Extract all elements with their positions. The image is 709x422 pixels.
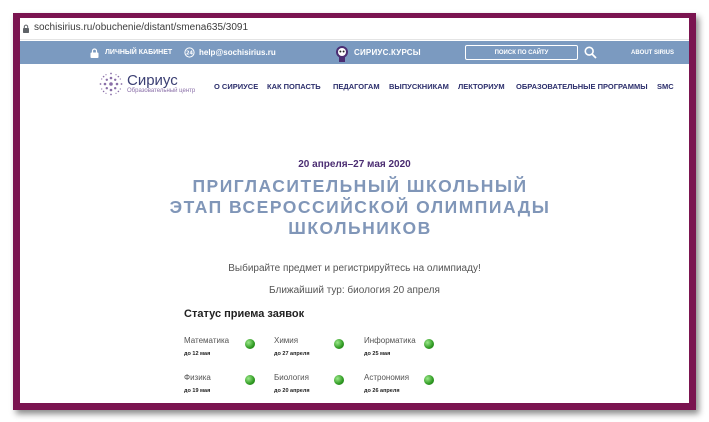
subject-item-biology[interactable]: Биология до 20 апреля: [274, 373, 310, 394]
page-title: ПРИГЛАСИТЕЛЬНЫЙ ШКОЛЬНЫЙ ЭТАП ВСЕРОССИЙС…: [150, 176, 570, 239]
brand-subtitle: Образовательный центр: [127, 87, 196, 94]
subject-item-informatics[interactable]: Информатика до 25 мая: [364, 336, 416, 357]
sirius-logo-icon: [99, 72, 123, 96]
subject-item-math[interactable]: Математика до 12 мая: [184, 336, 229, 357]
personal-cabinet-link[interactable]: ЛИЧНЫЙ КАБИНЕТ: [90, 41, 172, 64]
status-open-icon: [424, 375, 434, 385]
subject-name: Химия: [274, 336, 299, 345]
brand-text: Сириус Образовательный центр: [127, 71, 196, 95]
status-open-icon: [334, 339, 344, 349]
nav-item-programs[interactable]: ОБРАЗОВАТЕЛЬНЫЕ ПРОГРАММЫ: [516, 82, 648, 91]
subject-deadline: до 27 апреля: [274, 351, 310, 357]
nav-item-teachers[interactable]: ПЕДАГОГАМ: [333, 82, 380, 91]
subject-deadline: до 20 апреля: [274, 388, 310, 394]
nav-item-graduates[interactable]: ВЫПУСКНИКАМ: [389, 82, 449, 91]
site-logo[interactable]: Сириус Образовательный центр: [98, 71, 195, 97]
subject-name: Астрономия: [364, 373, 410, 382]
subject-deadline: до 25 мая: [364, 351, 391, 357]
about-sirius-link[interactable]: ABOUT SIRIUS: [631, 41, 674, 64]
sirius-courses-link[interactable]: СИРИУС.КУРСЫ: [332, 41, 421, 64]
nav-item-about[interactable]: О СИРИУСЕ: [214, 82, 258, 91]
title-line: ЭТАП ВСЕРОССИЙСКОЙ ОЛИМПИАДЫ: [169, 197, 551, 217]
subject-name: Математика: [184, 336, 230, 345]
help-email-link[interactable]: 24 help@sochisirius.ru: [184, 41, 276, 64]
mascot-icon: [336, 45, 348, 62]
subject-name: Информатика: [364, 336, 416, 345]
search-input[interactable]: ПОИСК ПО САЙТУ: [465, 45, 578, 60]
subject-item-chemistry[interactable]: Химия до 27 апреля: [274, 336, 310, 357]
application-status-heading: Статус приема заявок: [184, 308, 305, 320]
help-email-label: help@sochisirius.ru: [199, 48, 276, 57]
status-open-icon: [245, 339, 255, 349]
sirius-courses-label: СИРИУС.КУРСЫ: [354, 48, 421, 57]
title-line: ШКОЛЬНИКОВ: [288, 218, 432, 238]
subject-deadline: до 26 апреля: [364, 388, 400, 394]
next-round-text: Ближайший тур: биология 20 апреля: [269, 285, 440, 296]
address-bar[interactable]: sochisirius.ru/obuchenie/distant/smena63…: [20, 18, 689, 40]
status-open-icon: [424, 339, 434, 349]
svg-text:24: 24: [186, 50, 193, 56]
browser-viewport: sochisirius.ru/obuchenie/distant/smena63…: [20, 18, 689, 403]
lock-icon: [90, 47, 99, 58]
support-icon: 24: [184, 47, 195, 58]
status-open-icon: [334, 375, 344, 385]
lock-icon: [23, 24, 29, 33]
call-to-action-text: Выбирайте предмет и регистрируйтесь на о…: [228, 263, 481, 274]
subject-name: Физика: [184, 373, 211, 382]
event-dates: 20 апреля–27 мая 2020: [298, 159, 411, 170]
search-icon[interactable]: [584, 46, 597, 59]
search-placeholder: ПОИСК ПО САЙТУ: [494, 49, 549, 56]
status-open-icon: [245, 375, 255, 385]
top-bar: ЛИЧНЫЙ КАБИНЕТ 24 help@sochisirius.ru СИ…: [20, 41, 689, 64]
personal-cabinet-label: ЛИЧНЫЙ КАБИНЕТ: [105, 49, 173, 56]
nav-item-smc[interactable]: SMC: [657, 82, 674, 91]
nav-item-admission[interactable]: КАК ПОПАСТЬ: [267, 82, 321, 91]
about-sirius-label: ABOUT SIRIUS: [631, 49, 675, 56]
title-line: ПРИГЛАСИТЕЛЬНЫЙ ШКОЛЬНЫЙ: [192, 176, 528, 196]
subject-deadline: до 12 мая: [184, 351, 211, 357]
subject-item-astronomy[interactable]: Астрономия до 26 апреля: [364, 373, 409, 394]
subject-name: Биология: [274, 373, 309, 382]
url-text[interactable]: sochisirius.ru/obuchenie/distant/smena63…: [34, 22, 248, 33]
subject-deadline: до 19 мая: [184, 388, 211, 394]
nav-item-lectorium[interactable]: ЛЕКТОРИУМ: [458, 82, 505, 91]
brand-name: Сириус: [127, 71, 178, 89]
subject-item-physics[interactable]: Физика до 19 мая: [184, 373, 211, 394]
